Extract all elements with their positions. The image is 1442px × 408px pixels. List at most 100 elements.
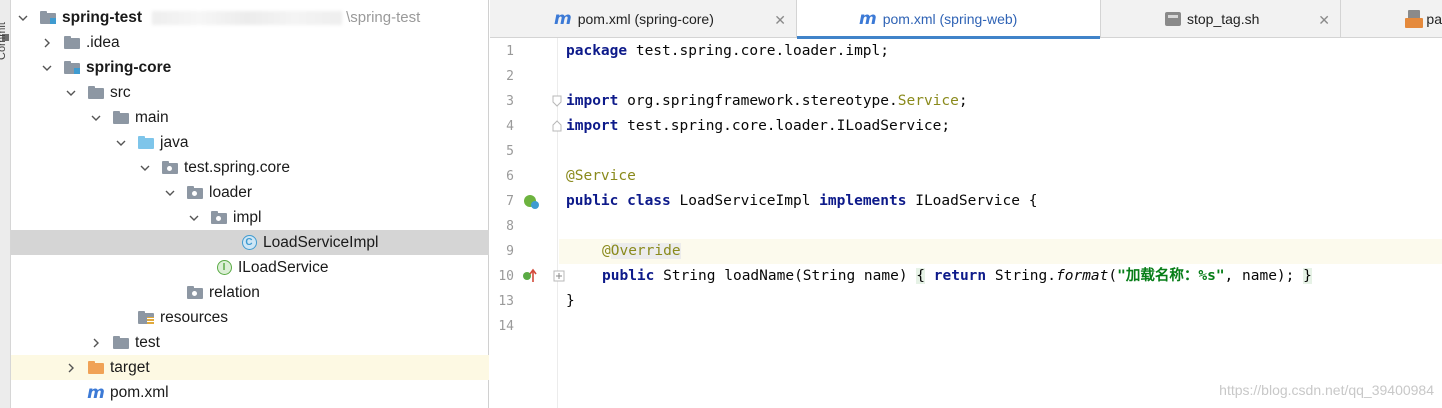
line-number: 7: [506, 194, 514, 209]
editor-gutter: 1 2 3 4 5 6 7 8 9 10 13 14: [490, 38, 565, 408]
code-line-3: import org.springframework.stereotype.Se…: [559, 89, 1442, 114]
chevron-down-icon[interactable]: [15, 5, 31, 30]
tab-pom-spring-core[interactable]: m pom.xml (spring-core) ✕: [490, 0, 797, 38]
chevron-down-icon[interactable]: [63, 80, 79, 105]
close-icon[interactable]: ✕: [1318, 12, 1330, 29]
tree-label: test.spring.core: [184, 158, 290, 176]
commit-tool-button[interactable]: Commit: [0, 22, 8, 60]
code-text: org.springframework.stereotype.: [618, 93, 898, 109]
tree-label: relation: [209, 283, 260, 301]
tab-label: stop_tag.sh: [1187, 11, 1260, 27]
code-line-10: public String loadName(String name) { re…: [559, 264, 1442, 289]
line-number: 3: [506, 94, 514, 109]
code-text: ;: [958, 93, 968, 109]
chevron-down-icon[interactable]: [137, 155, 153, 180]
annotation-token: @: [602, 243, 611, 259]
tree-row-iloadservice[interactable]: I ILoadService: [11, 255, 489, 280]
source-folder-icon: [137, 135, 155, 151]
tree-label: resources: [160, 308, 229, 326]
close-icon[interactable]: ✕: [774, 12, 786, 29]
tree-label: main: [135, 108, 169, 126]
tree-row-loadserviceimpl[interactable]: C LoadServiceImpl: [11, 230, 489, 255]
annotation-token: @Service: [566, 168, 636, 184]
editor-tab-bar: m pom.xml (spring-core) ✕ m pom.xml (spr…: [490, 0, 1442, 39]
tree-row-package[interactable]: test.spring.core: [11, 155, 489, 180]
tree-label: ILoadService: [238, 258, 329, 276]
chevron-right-icon[interactable]: [39, 30, 55, 55]
tree-row-resources[interactable]: resources: [11, 305, 489, 330]
excluded-folder-icon: [87, 360, 105, 376]
tab-label: pom.xml (spring-core): [577, 11, 714, 27]
folder-icon: [112, 110, 130, 126]
tab-pom-spring-web[interactable]: m pom.xml (spring-web): [797, 0, 1101, 39]
tree-row-relation[interactable]: relation: [11, 280, 489, 305]
method-call: format: [1056, 268, 1109, 284]
line-number: 4: [506, 119, 514, 134]
override-method-icon[interactable]: [522, 268, 538, 284]
tab-truncated[interactable]: pa: [1341, 0, 1442, 38]
xml-file-icon: [1405, 10, 1423, 28]
interface-icon: I: [215, 260, 233, 276]
tree-row-root[interactable]: spring-test \spring-test: [11, 5, 489, 30]
tree-label: impl: [233, 208, 262, 226]
folder-icon: [63, 35, 81, 51]
tree-row-idea[interactable]: .idea: [11, 30, 489, 55]
keyword: return: [933, 268, 987, 284]
code-text: ILoadService {: [906, 193, 1038, 209]
spring-bean-icon[interactable]: [522, 193, 540, 211]
tree-label: target: [110, 358, 150, 376]
chevron-down-icon[interactable]: [162, 180, 178, 205]
tree-row-main[interactable]: main: [11, 105, 489, 130]
tree-row-test[interactable]: test: [11, 330, 489, 355]
project-tree: spring-test \spring-test .idea spring-co…: [11, 0, 489, 408]
brace-match: {: [916, 268, 926, 284]
string-literal: "加载名称：%s": [1117, 268, 1225, 284]
keyword: public class: [566, 193, 671, 209]
tree-path-hint: \spring-test: [346, 9, 421, 26]
code-text: test.spring.core.loader.impl;: [627, 43, 890, 59]
chevron-down-icon[interactable]: [186, 205, 202, 230]
package-icon: [186, 185, 204, 201]
redacted-path: [152, 10, 343, 25]
chevron-right-icon[interactable]: [88, 330, 104, 355]
package-icon: [161, 160, 179, 176]
tab-stop-tag-sh[interactable]: stop_tag.sh ✕: [1101, 0, 1341, 38]
line-number: 14: [498, 319, 514, 334]
keyword: public: [602, 268, 655, 284]
annotation-token: Service: [897, 93, 959, 109]
tree-label: spring-core: [86, 58, 172, 76]
tree-row-java[interactable]: java: [11, 130, 489, 155]
code-line-9: @Override: [559, 239, 1442, 264]
tree-row-src[interactable]: src: [11, 80, 489, 105]
chevron-down-icon[interactable]: [88, 105, 104, 130]
code-text: String.: [986, 268, 1056, 284]
tree-row-target[interactable]: target: [11, 355, 489, 380]
code-text: , name);: [1224, 268, 1304, 284]
code-text: test.spring.core.loader.ILoadService;: [618, 118, 951, 134]
chevron-right-icon[interactable]: [63, 355, 79, 380]
tree-row-impl[interactable]: impl: [11, 205, 489, 230]
line-number: 6: [506, 169, 514, 184]
tree-row-loader[interactable]: loader: [11, 180, 489, 205]
resources-folder-icon: [137, 310, 155, 326]
tree-row-module[interactable]: spring-core: [11, 55, 489, 80]
shell-script-icon: [1165, 12, 1181, 26]
tree-label: spring-test: [62, 8, 143, 26]
keyword: import: [566, 93, 619, 109]
annotation-token: Override: [610, 243, 681, 259]
tool-window-stripe: Commit: [0, 0, 11, 408]
code-text: }: [566, 293, 575, 309]
tree-row-pom[interactable]: m pom.xml: [11, 380, 489, 405]
module-folder-icon: [63, 60, 81, 76]
tab-label: pa: [1426, 11, 1442, 27]
folder-icon: [87, 85, 105, 101]
code-editor[interactable]: package test.spring.core.loader.impl; im…: [559, 38, 1442, 408]
code-line-4: import test.spring.core.loader.ILoadServ…: [559, 114, 1442, 139]
line-number: 1: [506, 44, 514, 59]
keyword: import: [566, 118, 619, 134]
chevron-down-icon[interactable]: [39, 55, 55, 80]
line-number: 2: [506, 69, 514, 84]
chevron-down-icon[interactable]: [113, 130, 129, 155]
module-folder-icon: [39, 10, 57, 26]
